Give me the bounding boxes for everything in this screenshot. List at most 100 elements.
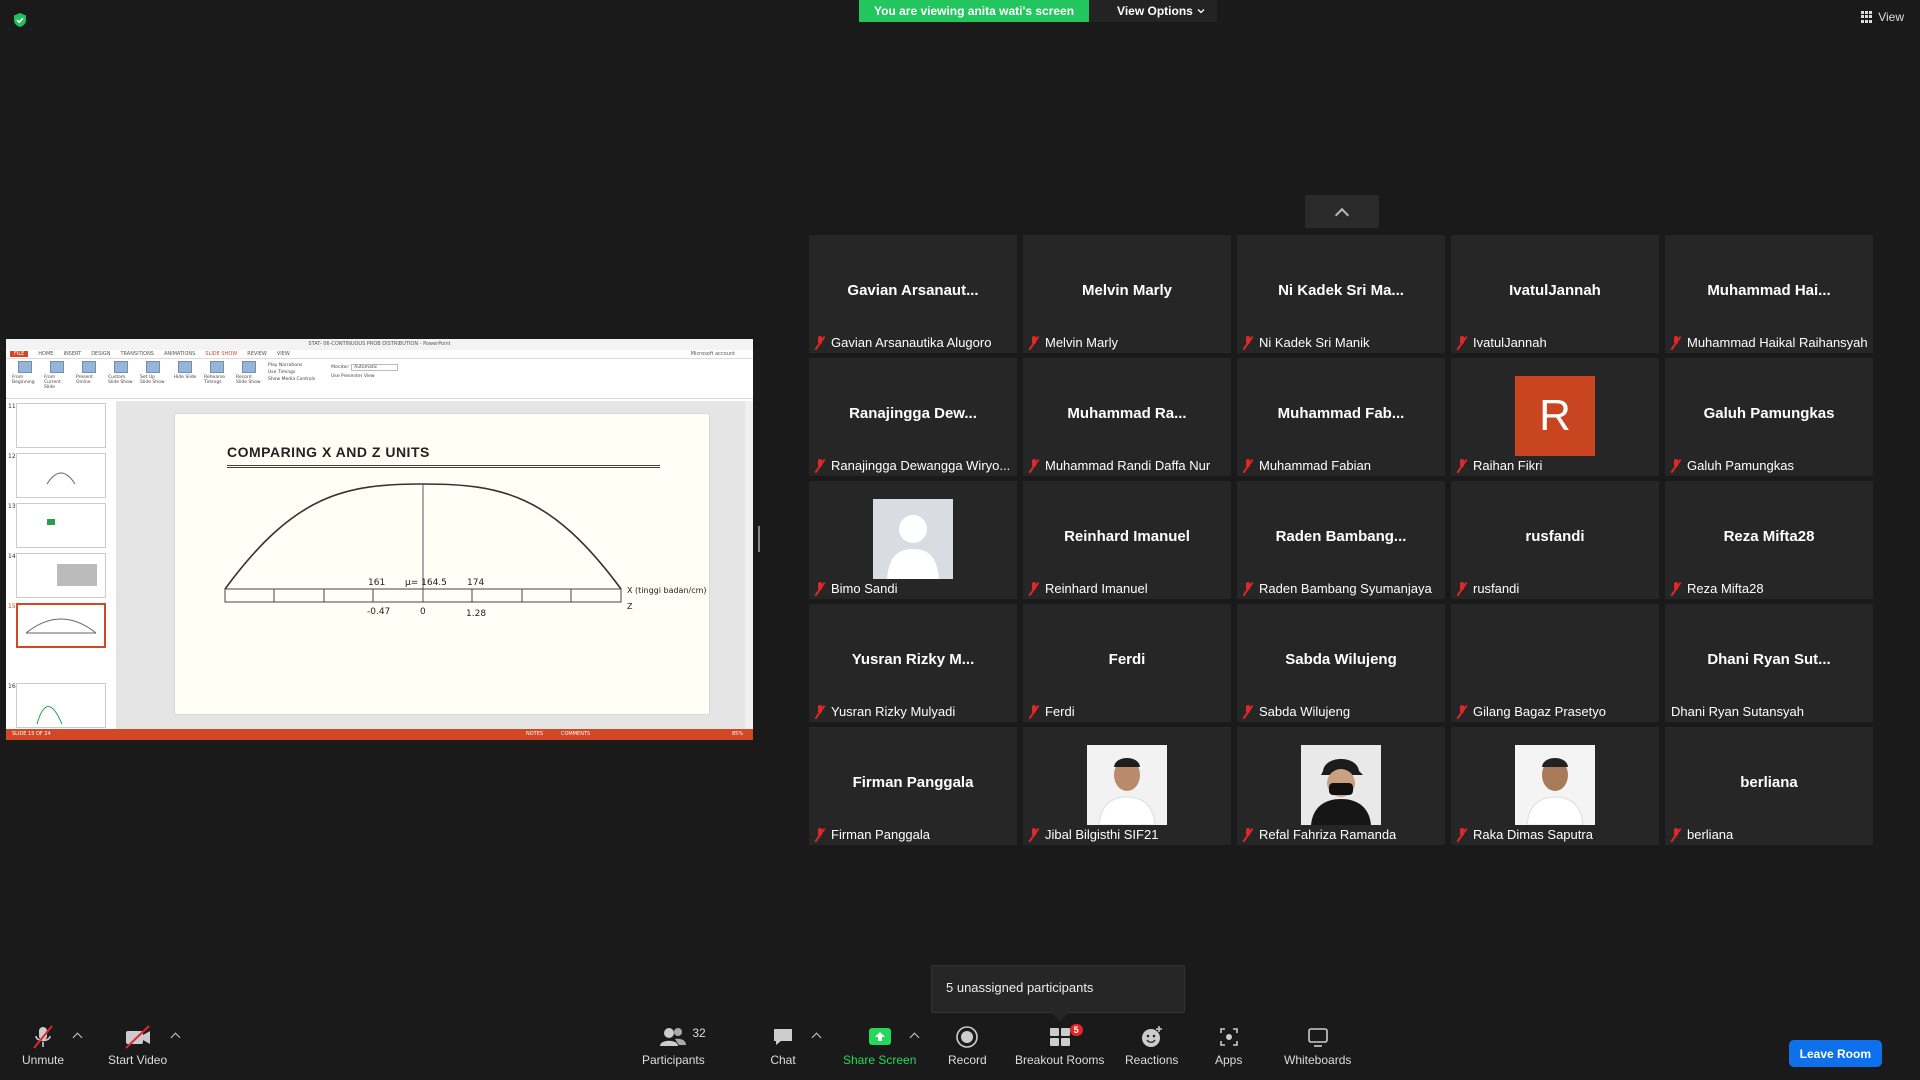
- ppt-ribbon-button: Rehearse Timings: [204, 361, 230, 396]
- participant-name-label: Yusran Rizky Mulyadi: [831, 704, 956, 719]
- participant-display-name: Muhammad Hai...: [1707, 282, 1831, 299]
- ppt-tab: DESIGN: [91, 351, 111, 357]
- participants-button[interactable]: 32 Participants: [642, 1024, 706, 1067]
- participant-tile[interactable]: Yusran Rizky M... Yusran Rizky Mulyadi: [809, 604, 1017, 722]
- ppt-ribbon-button: Hide Slide: [172, 361, 198, 396]
- participant-tile[interactable]: Muhammad Ra... Muhammad Randi Daffa Nur: [1023, 358, 1231, 476]
- reactions-button[interactable]: Reactions: [1125, 1024, 1178, 1067]
- participant-tile[interactable]: rusfandi rusfandi: [1451, 481, 1659, 599]
- participant-tile[interactable]: Refal Fahriza Ramanda: [1237, 727, 1445, 845]
- viewing-screen-label: You are viewing anita wati's screen: [859, 0, 1090, 22]
- slide-thumbnail: [16, 553, 106, 598]
- participant-tile[interactable]: Gilang Bagaz Prasetyo: [1451, 604, 1659, 722]
- avatar-photo: [1301, 745, 1381, 825]
- video-options-caret-icon[interactable]: [170, 1032, 181, 1043]
- participant-display-name: Ferdi: [1108, 651, 1146, 668]
- shared-screen[interactable]: STAT- 06-CONTINUOUS PROB DISTRIBUTION - …: [6, 339, 753, 740]
- participant-tile[interactable]: Ranajingga Dew... Ranajingga Dewangga Wir…: [809, 358, 1017, 476]
- grid-view-icon: [1861, 11, 1873, 23]
- participant-tile[interactable]: Firman Panggala Firman Panggala: [809, 727, 1017, 845]
- mic-muted-icon: [1671, 335, 1681, 350]
- leave-room-button[interactable]: Leave Room: [1788, 1040, 1882, 1067]
- ppt-tab: TRANSITIONS: [120, 351, 154, 357]
- whiteboards-button[interactable]: Whiteboards: [1284, 1024, 1351, 1067]
- participant-display-name: Muhammad Ra...: [1067, 405, 1187, 422]
- participant-tile[interactable]: IvatulJannah IvatulJannah: [1451, 235, 1659, 353]
- participant-tile[interactable]: Melvin Marly Melvin Marly: [1023, 235, 1231, 353]
- ppt-ribbon-button: From Beginning: [12, 361, 38, 396]
- mic-muted-icon: [1243, 335, 1253, 350]
- participant-tile[interactable]: Reza Mifta28 Reza Mifta28: [1665, 481, 1873, 599]
- record-button[interactable]: Record: [948, 1024, 987, 1067]
- audio-options-caret-icon[interactable]: [72, 1032, 83, 1043]
- participant-tile[interactable]: Ni Kadek Sri Ma... Ni Kadek Sri Manik: [1237, 235, 1445, 353]
- z-tick-label: 0: [420, 607, 426, 617]
- ppt-ribbon-button: Set Up Slide Show: [140, 361, 166, 396]
- participant-tile[interactable]: Raden Bambang... Raden Bambang Syumanjaya: [1237, 481, 1445, 599]
- participants-label: Participants: [642, 1053, 705, 1067]
- participant-name-label: Raka Dimas Saputra: [1473, 827, 1593, 842]
- participant-tile[interactable]: Dhani Ryan Sut... Dhani Ryan Sutansyah: [1665, 604, 1873, 722]
- participant-tile[interactable]: Reinhard Imanuel Reinhard Imanuel: [1023, 481, 1231, 599]
- participant-tile[interactable]: R Raihan Fikri: [1451, 358, 1659, 476]
- participant-display-name: Reza Mifta28: [1723, 528, 1815, 545]
- participant-display-name: Galuh Pamungkas: [1703, 405, 1835, 422]
- view-options-label: View Options: [1117, 4, 1193, 18]
- current-slide: COMPARING X AND Z UNITS 161 μ= 164.5 174…: [174, 413, 710, 715]
- participant-tile[interactable]: Muhammad Hai... Muhammad Haikal Raihansya…: [1665, 235, 1873, 353]
- unassigned-participants-tooltip[interactable]: 5 unassigned participants: [931, 965, 1185, 1013]
- participant-tile[interactable]: Bimo Sandi: [809, 481, 1017, 599]
- mic-muted-icon: [1029, 335, 1039, 350]
- participant-name-label: Muhammad Randi Daffa Nur: [1045, 458, 1211, 473]
- start-video-button[interactable]: Start Video: [108, 1024, 167, 1067]
- mic-muted-icon: [1671, 581, 1681, 596]
- breakout-badge: 5: [1069, 1024, 1083, 1036]
- screen-share-banner: You are viewing anita wati's screen View…: [859, 0, 1217, 22]
- breakout-rooms-label: Breakout Rooms: [1015, 1053, 1105, 1067]
- breakout-rooms-button[interactable]: 5 Breakout Rooms: [1015, 1024, 1104, 1067]
- participant-tile[interactable]: Jibal Bilgisthi SIF21: [1023, 727, 1231, 845]
- unmute-button[interactable]: Unmute: [22, 1024, 64, 1067]
- participants-icon: [660, 1028, 687, 1046]
- participant-display-name: Muhammad Fab...: [1277, 405, 1405, 422]
- view-layout-button[interactable]: View: [1861, 10, 1904, 24]
- z-tick-label: 1.28: [466, 609, 487, 619]
- participant-display-name: Sabda Wilujeng: [1285, 651, 1397, 668]
- mic-muted-icon: [815, 458, 825, 473]
- participant-tile[interactable]: Ferdi Ferdi: [1023, 604, 1231, 722]
- chat-options-caret-icon[interactable]: [811, 1032, 822, 1043]
- participant-tile[interactable]: Raka Dimas Saputra: [1451, 727, 1659, 845]
- participant-tile[interactable]: berliana berliana: [1665, 727, 1873, 845]
- slide-thumbnail: [16, 683, 106, 728]
- mic-muted-icon: [1671, 458, 1681, 473]
- split-resize-handle[interactable]: [758, 526, 760, 552]
- video-off-icon: [124, 1025, 150, 1049]
- participant-name-label: Firman Panggala: [831, 827, 930, 842]
- avatar-initial: R: [1515, 376, 1595, 456]
- security-shield-icon[interactable]: [12, 12, 28, 28]
- share-screen-button[interactable]: Share Screen: [843, 1024, 916, 1067]
- z-axis-label: Z: [627, 602, 633, 611]
- participant-name-label: Reinhard Imanuel: [1045, 581, 1148, 596]
- start-video-label: Start Video: [108, 1053, 168, 1067]
- ppt-tab: FILE: [10, 351, 29, 357]
- chat-button[interactable]: Chat: [770, 1024, 796, 1067]
- participant-tile[interactable]: Muhammad Fab... Muhammad Fabian: [1237, 358, 1445, 476]
- z-tick-label: -0.47: [367, 607, 391, 617]
- participant-tile[interactable]: Gavian Arsanaut... Gavian Arsanautika Alu…: [809, 235, 1017, 353]
- leave-room-label: Leave Room: [1799, 1046, 1871, 1061]
- participant-display-name: Ranajingga Dew...: [849, 405, 977, 422]
- ppt-ribbon-button: Record Slide Show: [236, 361, 262, 396]
- view-options-button[interactable]: View Options: [1089, 0, 1217, 22]
- participant-name-label: Raden Bambang Syumanjaya: [1259, 581, 1432, 596]
- ppt-tab: VIEW: [276, 351, 290, 357]
- participant-name-label: Jibal Bilgisthi SIF21: [1045, 827, 1159, 842]
- gallery-page-up-button[interactable]: [1305, 195, 1379, 228]
- participant-tile[interactable]: Galuh Pamungkas Galuh Pamungkas: [1665, 358, 1873, 476]
- participant-name-label: Ranajingga Dewangga Wiryo...: [831, 458, 1011, 473]
- apps-button[interactable]: Apps: [1215, 1024, 1242, 1067]
- participant-name-label: Muhammad Haikal Raihansyah: [1687, 335, 1868, 350]
- participant-tile[interactable]: Sabda Wilujeng Sabda Wilujeng: [1237, 604, 1445, 722]
- slide-thumbnail: [16, 503, 106, 548]
- participant-display-name: Dhani Ryan Sut...: [1707, 651, 1831, 668]
